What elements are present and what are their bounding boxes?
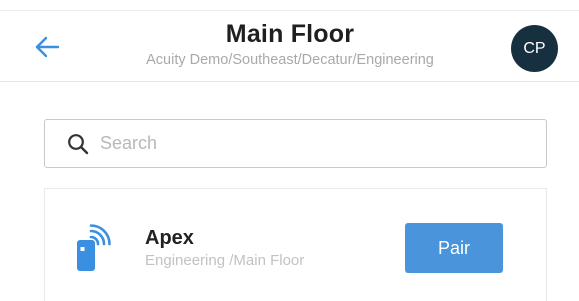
search-box[interactable] bbox=[44, 119, 547, 168]
page-title: Main Floor bbox=[225, 20, 355, 48]
arrow-left-icon bbox=[35, 36, 60, 58]
avatar-initials: CP bbox=[523, 39, 546, 57]
app-screen: Main Floor Acuity Demo/Southeast/Decatur… bbox=[0, 0, 579, 301]
header-bar: Main Floor Acuity Demo/Southeast/Decatur… bbox=[0, 11, 579, 82]
wireless-sensor-icon bbox=[74, 224, 118, 274]
back-button[interactable] bbox=[30, 30, 64, 64]
device-location: Engineering /Main Floor bbox=[145, 252, 305, 269]
title-block: Main Floor Acuity Demo/Southeast/Decatur… bbox=[90, 19, 490, 70]
device-list-item[interactable]: Apex Engineering /Main Floor Pair bbox=[44, 188, 547, 301]
search-icon bbox=[66, 132, 90, 156]
pair-button[interactable]: Pair bbox=[405, 223, 503, 273]
avatar[interactable]: CP bbox=[511, 25, 558, 72]
search-input[interactable] bbox=[100, 128, 520, 159]
status-bar-area bbox=[0, 0, 579, 11]
breadcrumb: Acuity Demo/Southeast/Decatur/Engineerin… bbox=[146, 52, 434, 68]
device-name: Apex bbox=[145, 227, 194, 249]
